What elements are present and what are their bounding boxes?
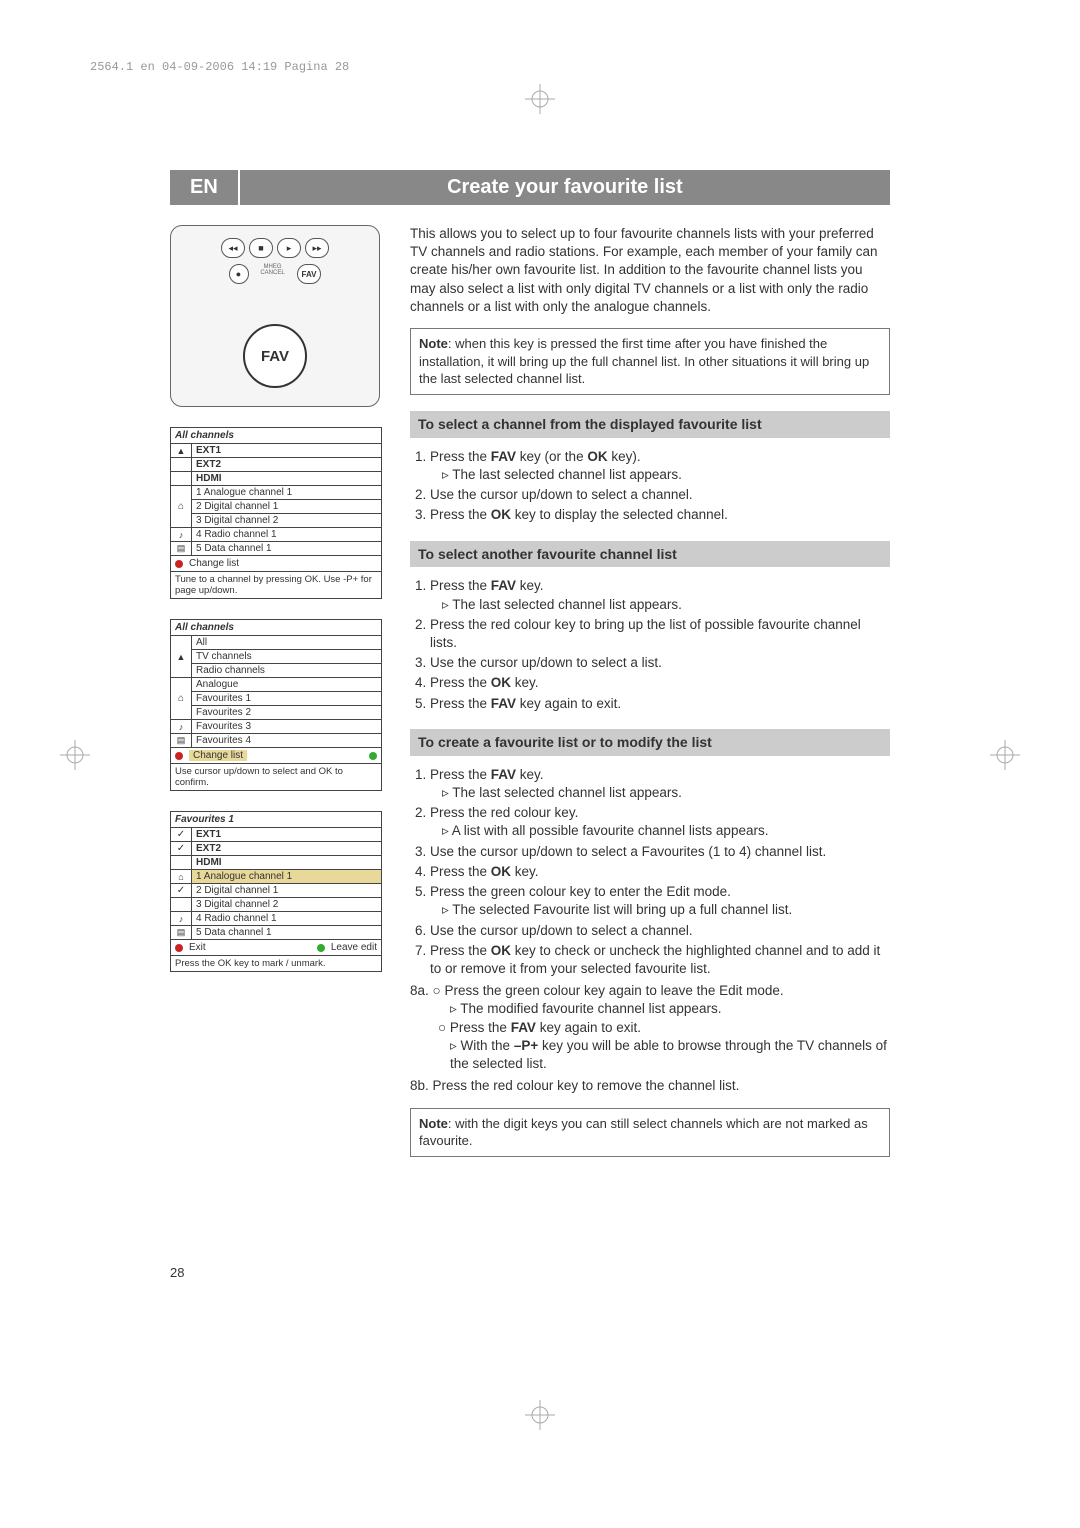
osd1-r1: 1 Analogue channel 1 <box>192 486 381 500</box>
stop-icon: ■ <box>249 238 273 258</box>
record-icon: ● <box>229 264 249 284</box>
data-icon: ▤ <box>171 734 192 747</box>
fav-button-icon: FAV <box>243 324 307 388</box>
note-box-1: Note: when this key is pressed the first… <box>410 328 890 395</box>
osd3-r4: 4 Radio channel 1 <box>192 912 381 925</box>
step-result: The modified favourite channel list appe… <box>450 1000 890 1018</box>
note-text: : when this key is pressed the first tim… <box>419 336 869 386</box>
osd3-r5: 5 Data channel 1 <box>192 926 381 939</box>
tv-icon: ⌂ <box>171 678 192 719</box>
osd3-ext2: EXT2 <box>192 842 381 855</box>
osd2-f2: Favourites 2 <box>192 706 381 719</box>
red-dot-icon <box>175 944 183 952</box>
osd2-analogue: Analogue <box>192 678 381 692</box>
osd2-footer: Use cursor up/down to select and OK to c… <box>171 764 381 790</box>
registration-mark-top <box>525 84 555 114</box>
play-icon: ▸ <box>277 238 301 258</box>
step-result: The last selected channel list appears. <box>442 596 890 614</box>
osd2-tv: TV channels <box>192 650 381 664</box>
step-8a: 8a. Press the green colour key again to … <box>410 982 890 1073</box>
step-result: A list with all possible favourite chann… <box>442 822 890 840</box>
osd1-r4: 4 Radio channel 1 <box>192 528 381 541</box>
osd3-hdmi: HDMI <box>192 856 381 869</box>
osd3-r2: 2 Digital channel 1 <box>192 884 381 897</box>
check-icon: ✓ <box>171 828 192 841</box>
tv-icon: ⌂ <box>171 486 192 527</box>
radio-icon: ♪ <box>171 528 192 541</box>
osd-all-channels: All channels ▲EXT1 EXT2 HDMI ⌂ 1 Analogu… <box>170 427 382 599</box>
page-number: 28 <box>170 1265 184 1280</box>
note-label: Note <box>419 336 448 351</box>
registration-mark-right <box>990 740 1020 770</box>
osd1-title: All channels <box>171 428 381 444</box>
page-title-bar: EN Create your favourite list <box>170 170 890 205</box>
intro-paragraph: This allows you to select up to four fav… <box>410 225 890 316</box>
osd2-f3: Favourites 3 <box>192 720 381 733</box>
radio-icon: ♪ <box>171 720 192 733</box>
osd1-change: Change list <box>189 558 239 569</box>
section-3-heading: To create a favourite list or to modify … <box>410 729 890 756</box>
osd1-r5: 5 Data channel 1 <box>192 542 381 555</box>
osd1-ext2: EXT2 <box>192 458 381 471</box>
radio-icon: ♪ <box>171 912 192 925</box>
osd-list-select: All channels ▲ All TV channels Radio cha… <box>170 619 382 791</box>
section-2-steps: Press the FAV key. The last selected cha… <box>410 577 890 713</box>
section-3-steps: Press the FAV key. The last selected cha… <box>410 766 890 978</box>
osd-favourites: Favourites 1 ✓EXT1 ✓EXT2 HDMI ⌂1 Analogu… <box>170 811 382 972</box>
page-title: Create your favourite list <box>240 170 890 205</box>
osd3-r1: 1 Analogue channel 1 <box>192 870 381 883</box>
remote-illustration: ◂◂ ■ ▸ ▸▸ ● MHEGCANCEL FAV FAV <box>170 225 380 407</box>
osd3-leave: Leave edit <box>331 942 377 953</box>
osd2-all: All <box>192 636 381 650</box>
osd2-f1: Favourites 1 <box>192 692 381 706</box>
osd3-ext1: EXT1 <box>192 828 381 841</box>
note-text: : with the digit keys you can still sele… <box>419 1116 868 1149</box>
fav-small-button-icon: FAV <box>297 264 322 284</box>
registration-mark-left <box>60 740 90 770</box>
osd1-r3: 3 Digital channel 2 <box>192 514 381 527</box>
step-8b: 8b. Press the red colour key to remove t… <box>410 1077 890 1095</box>
forward-icon: ▸▸ <box>305 238 329 258</box>
osd2-radio: Radio channels <box>192 664 381 677</box>
green-dot-icon <box>317 944 325 952</box>
osd2-title: All channels <box>171 620 381 636</box>
osd1-footer: Tune to a channel by pressing OK. Use -P… <box>171 572 381 598</box>
data-icon: ▤ <box>171 542 192 555</box>
section-2-heading: To select another favourite channel list <box>410 541 890 568</box>
osd3-exit: Exit <box>189 942 206 953</box>
green-dot-icon <box>369 752 377 760</box>
print-header: 2564.1 en 04-09-2006 14:19 Pagina 28 <box>90 60 990 74</box>
osd1-ext1: EXT1 <box>192 444 381 457</box>
check-icon: ✓ <box>171 842 192 855</box>
osd3-footer: Press the OK key to mark / unmark. <box>171 956 381 971</box>
step-result: The selected Favourite list will bring u… <box>442 901 890 919</box>
section-1-steps: Press the FAV key (or the OK key). The l… <box>410 448 890 525</box>
osd3-r3: 3 Digital channel 2 <box>192 898 381 911</box>
red-dot-icon <box>175 560 183 568</box>
osd2-f4: Favourites 4 <box>192 734 381 747</box>
osd1-hdmi: HDMI <box>192 472 381 485</box>
step-result: The last selected channel list appears. <box>442 784 890 802</box>
section-1-heading: To select a channel from the displayed f… <box>410 411 890 438</box>
note-box-2: Note: with the digit keys you can still … <box>410 1108 890 1157</box>
language-badge: EN <box>170 170 238 205</box>
osd1-r2: 2 Digital channel 1 <box>192 500 381 514</box>
data-icon: ▤ <box>171 926 192 939</box>
note-label: Note <box>419 1116 448 1131</box>
osd3-title: Favourites 1 <box>171 812 381 828</box>
check-icon: ✓ <box>171 884 192 897</box>
rewind-icon: ◂◂ <box>221 238 245 258</box>
tv-icon: ⌂ <box>171 870 192 883</box>
step-result: The last selected channel list appears. <box>442 466 890 484</box>
cancel-label-icon: MHEGCANCEL <box>253 264 293 284</box>
registration-mark-bottom <box>525 1400 555 1430</box>
red-dot-icon <box>175 752 183 760</box>
osd2-change: Change list <box>189 750 247 761</box>
